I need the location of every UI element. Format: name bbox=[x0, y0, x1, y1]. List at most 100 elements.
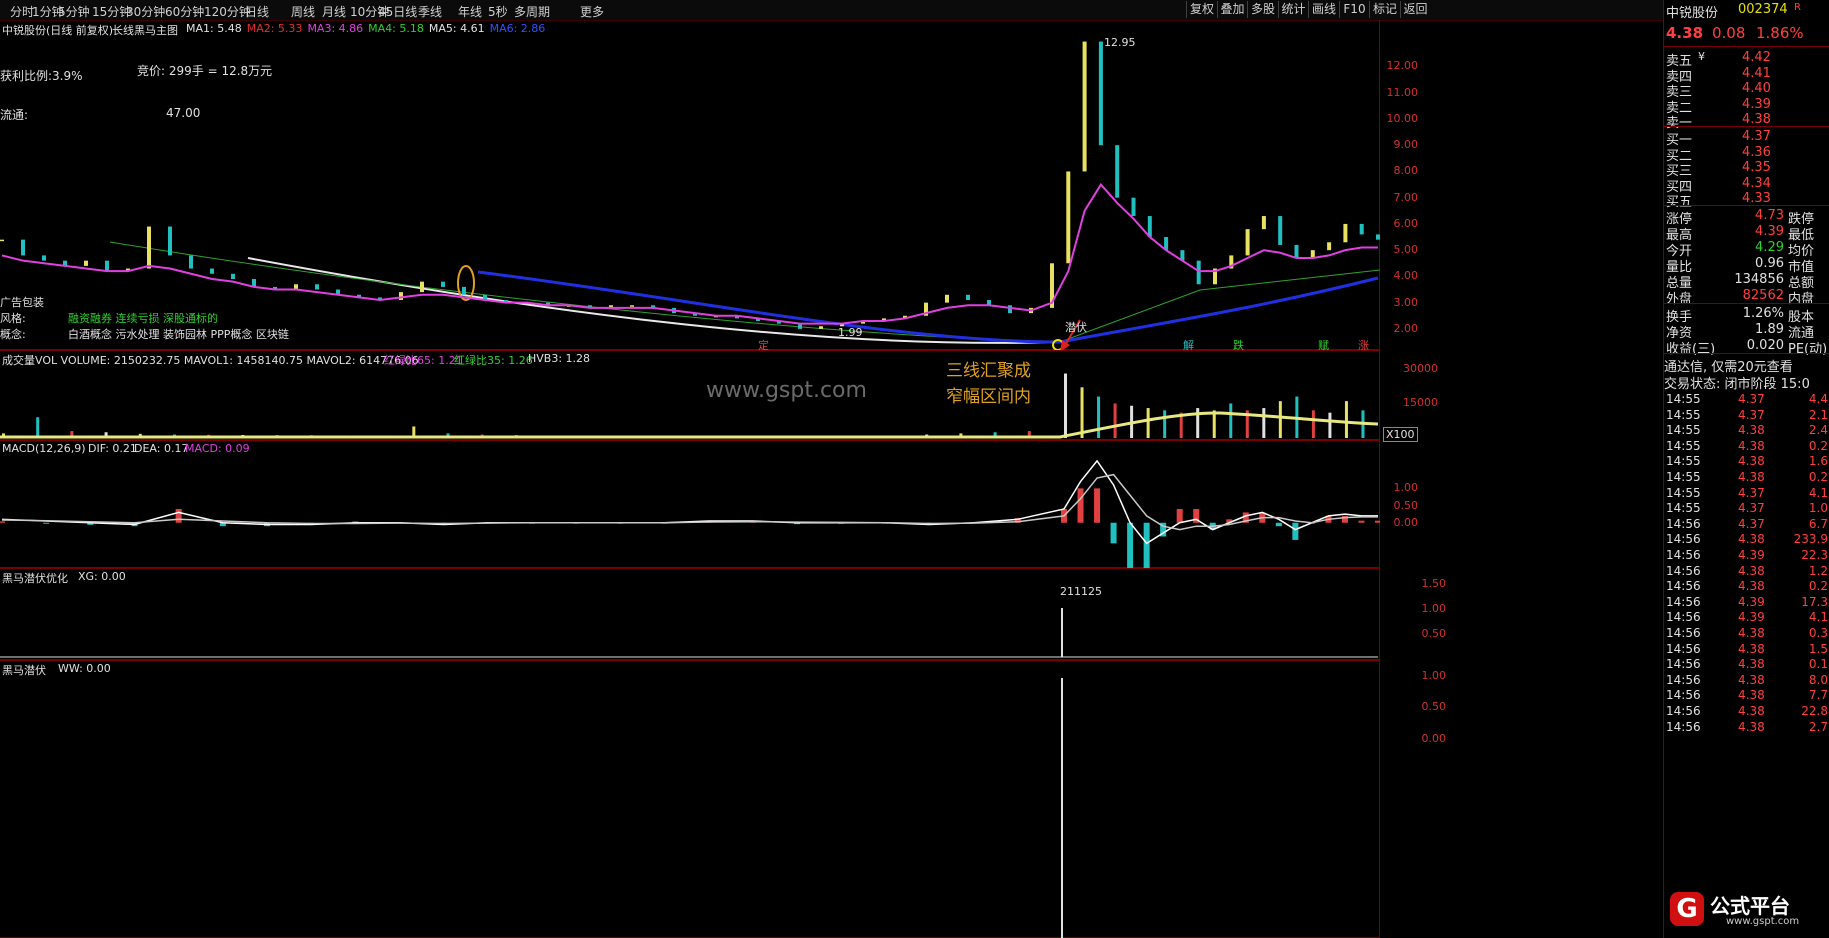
stat2-row-2: 收益(三) 0.020 PE(动) bbox=[1664, 338, 1829, 357]
toolbar-button-4[interactable]: 画线 bbox=[1308, 1, 1339, 18]
price-change: 0.08 bbox=[1712, 24, 1746, 42]
tick-price: 4.37 bbox=[1738, 392, 1765, 406]
stock-name: 中锐股份 bbox=[1666, 6, 1719, 21]
timeframe-4[interactable]: 30分钟 bbox=[126, 3, 165, 20]
macd-bar bbox=[1110, 522, 1117, 544]
tick-price: 4.38 bbox=[1738, 672, 1765, 687]
timeframe-6[interactable]: 120分钟 bbox=[204, 3, 251, 20]
candle bbox=[1098, 41, 1103, 146]
tick-volume: 17.3 bbox=[1801, 594, 1828, 609]
bid-price: 4.35 bbox=[1742, 160, 1771, 175]
last-price: 4.38 bbox=[1666, 24, 1704, 42]
bid-row-3: 买三 4.35 bbox=[1664, 160, 1829, 179]
toolbar-button-7[interactable]: 返回 bbox=[1399, 1, 1431, 18]
timeframe-7[interactable]: 日线 bbox=[245, 3, 269, 20]
bid-price: 4.37 bbox=[1742, 129, 1771, 144]
ww-tick-100: 1.00 bbox=[1421, 669, 1447, 682]
candle bbox=[84, 260, 88, 266]
tick-price: 4.38 bbox=[1738, 454, 1765, 469]
timeframe-5[interactable]: 60分钟 bbox=[165, 3, 204, 20]
timeframe-14[interactable]: 5秒 bbox=[488, 3, 508, 20]
timeframe-15[interactable]: 多周期 bbox=[514, 3, 550, 20]
tick-time: 14:56 bbox=[1666, 626, 1701, 640]
price-tick-1: 11.00 bbox=[1386, 85, 1419, 99]
annotation-line-1: 三线汇聚成 bbox=[946, 361, 1031, 381]
price-tick-2: 10.00 bbox=[1386, 111, 1419, 125]
tick-price: 4.37 bbox=[1738, 407, 1765, 422]
macd-bar bbox=[1292, 522, 1299, 540]
logo-badge: G 公式平台 www.gspt.com bbox=[1664, 886, 1829, 938]
tick-time: 14:56 bbox=[1666, 688, 1701, 703]
toolbar-button-2[interactable]: 多股 bbox=[1247, 1, 1278, 18]
tick-volume: 0.2 bbox=[1808, 438, 1828, 453]
ask-price: 4.40 bbox=[1742, 81, 1771, 96]
annotation-line-2: 窄幅区间内 bbox=[946, 387, 1031, 407]
tick-time: 14:56 bbox=[1666, 516, 1701, 531]
promo-text[interactable]: 通达信, 仅需20元查看 bbox=[1664, 356, 1829, 375]
ask-row-4: 卖二 4.39 bbox=[1664, 97, 1829, 116]
toolbar-button-5[interactable]: F10 bbox=[1338, 1, 1370, 18]
timeframe-8[interactable]: 周线 bbox=[291, 3, 315, 20]
timeframe-11[interactable]: 45日线 bbox=[378, 3, 417, 20]
stat2-row-0: 换手 1.26% 股本 bbox=[1664, 306, 1829, 325]
timeframe-9[interactable]: 月线 bbox=[322, 3, 346, 20]
toolbar-button-3[interactable]: 统计 bbox=[1277, 1, 1309, 18]
stat-row-3: 量比 0.96 市值 bbox=[1664, 256, 1829, 275]
volume-bar bbox=[1212, 410, 1216, 438]
timeframe-16[interactable]: 更多 bbox=[580, 3, 604, 20]
tick-price: 4.37 bbox=[1738, 501, 1765, 516]
volume-bar bbox=[36, 417, 40, 438]
xg-tick-100: 1.00 bbox=[1421, 602, 1447, 615]
logo-text: 公式平台 bbox=[1710, 894, 1790, 918]
tick-volume: 22.8 bbox=[1801, 704, 1828, 718]
volume-unit: X100 bbox=[1383, 427, 1418, 442]
candle bbox=[42, 255, 46, 261]
ask-row-3: 卖三 4.40 bbox=[1664, 81, 1829, 100]
price-tick-0: 12.00 bbox=[1386, 59, 1419, 73]
logo-url: www.gspt.com bbox=[1726, 916, 1800, 927]
timeframe-2[interactable]: 5分钟 bbox=[58, 3, 90, 20]
candle bbox=[1008, 305, 1012, 314]
tick-price: 4.38 bbox=[1738, 470, 1765, 484]
tick-price: 4.37 bbox=[1738, 516, 1765, 531]
candle bbox=[630, 305, 634, 307]
candle bbox=[189, 255, 193, 269]
tick-time: 14:55 bbox=[1666, 485, 1701, 500]
stat2-value: 1.89 bbox=[1755, 322, 1784, 337]
volume-bar bbox=[1080, 387, 1084, 438]
candle bbox=[168, 226, 172, 256]
timeframe-0[interactable]: 分时 bbox=[10, 3, 34, 20]
candle bbox=[315, 284, 319, 290]
volume-tick-0: 30000 bbox=[1403, 361, 1438, 375]
macd-bar bbox=[1077, 488, 1084, 523]
candle bbox=[819, 326, 823, 329]
macd-tick-2: 0.00 bbox=[1393, 515, 1419, 529]
macd-bar bbox=[1358, 520, 1365, 523]
tick-volume: 1.0 bbox=[1808, 501, 1828, 516]
timeframe-13[interactable]: 年线 bbox=[458, 3, 482, 20]
tick-volume: 6.7 bbox=[1808, 516, 1828, 531]
tick-price: 4.38 bbox=[1738, 579, 1765, 594]
tick-price: 4.38 bbox=[1738, 641, 1765, 656]
xg-tick-050: 0.50 bbox=[1421, 627, 1447, 640]
price-row: 4.38 0.08 1.86% bbox=[1664, 24, 1829, 42]
candle bbox=[399, 292, 403, 301]
ask-price: 4.41 bbox=[1742, 65, 1771, 81]
tick-time: 14:55 bbox=[1666, 423, 1701, 438]
toolbar-button-0[interactable]: 复权 bbox=[1186, 1, 1217, 18]
tick-volume: 0.3 bbox=[1808, 626, 1828, 640]
annotation-text: 三线汇聚成 窄幅区间内 bbox=[946, 358, 1031, 410]
candle bbox=[1278, 216, 1283, 245]
macd-bar bbox=[1275, 522, 1282, 527]
toolbar-button-6[interactable]: 标记 bbox=[1369, 1, 1400, 18]
stat2-value: 0.020 bbox=[1746, 338, 1784, 353]
toolbar-button-1[interactable]: 叠加 bbox=[1216, 1, 1248, 18]
tick-price: 4.38 bbox=[1738, 423, 1765, 438]
timeframe-12[interactable]: 季线 bbox=[418, 3, 442, 20]
volume-bar bbox=[1262, 408, 1266, 438]
tick-time: 14:56 bbox=[1666, 610, 1701, 625]
stat-value: 4.29 bbox=[1755, 240, 1784, 255]
tick-time: 14:55 bbox=[1666, 438, 1701, 453]
volume-tick-1: 15000 bbox=[1403, 396, 1438, 410]
tick-price: 4.38 bbox=[1738, 563, 1765, 578]
